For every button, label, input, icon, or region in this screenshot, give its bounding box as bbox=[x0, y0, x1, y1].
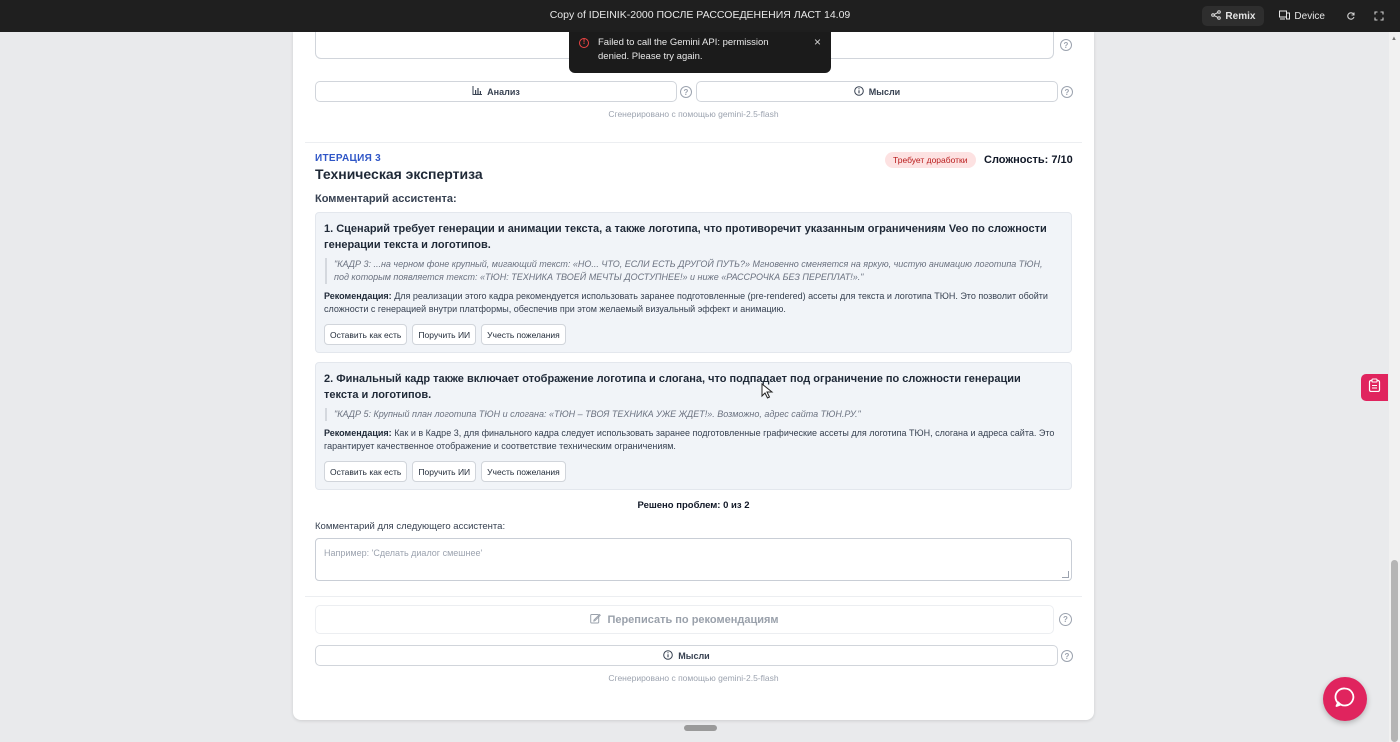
analysis-label: Анализ bbox=[487, 86, 520, 97]
consider-wishes-button[interactable]: Учесть пожелания bbox=[481, 324, 566, 345]
thoughts-button[interactable]: Мысли bbox=[696, 81, 1058, 102]
next-comment-input[interactable]: Например: 'Сделать диалог смешнее' bbox=[315, 538, 1072, 581]
issue-quote: "КАДР 3: ...на черном фоне крупный, мига… bbox=[325, 258, 1057, 284]
resize-handle[interactable] bbox=[1062, 571, 1069, 578]
assistant-comment-heading: Комментарий ассистента: bbox=[315, 193, 457, 205]
generated-note: Сгенерировано с помощью gemini-2.5-flash bbox=[608, 673, 779, 683]
issue-options: Оставить как есть Поручить ИИ Учесть пож… bbox=[324, 461, 566, 482]
rewrite-button[interactable]: Переписать по рекомендациям bbox=[315, 605, 1054, 634]
scroll-up-arrow-icon[interactable]: ▲ bbox=[1391, 36, 1397, 42]
error-icon: ! bbox=[579, 38, 589, 48]
device-icon bbox=[1279, 10, 1291, 23]
iteration-panel: ? Анализ ? Мысли ? Сгенерировано с помощ… bbox=[293, 32, 1094, 720]
edit-icon bbox=[590, 613, 602, 627]
issue-card: 1. Сценарий требует генерации и анимации… bbox=[315, 212, 1072, 353]
topbar-actions: Remix Device bbox=[1202, 6, 1390, 26]
delegate-ai-button[interactable]: Поручить ИИ bbox=[412, 324, 477, 345]
recommendation-label: Рекомендация: bbox=[324, 291, 392, 301]
divider bbox=[305, 596, 1082, 597]
help-icon[interactable]: ? bbox=[1061, 650, 1073, 662]
share-icon bbox=[1211, 9, 1222, 23]
analysis-button[interactable]: Анализ bbox=[315, 81, 677, 102]
thoughts-label: Мысли bbox=[678, 650, 710, 661]
scrollbar[interactable]: ▲ bbox=[1389, 32, 1400, 742]
chat-bubble-icon bbox=[1334, 686, 1356, 713]
scrollbar-thumb[interactable] bbox=[1391, 560, 1398, 742]
thoughts-label: Мысли bbox=[868, 86, 901, 97]
bar-chart-icon bbox=[472, 86, 483, 97]
remix-button[interactable]: Remix bbox=[1202, 6, 1265, 26]
clipboard-icon bbox=[1368, 378, 1381, 397]
refresh-icon[interactable] bbox=[1340, 6, 1362, 26]
generated-note: Сгенерировано с помощью gemini-2.5-flash bbox=[608, 109, 779, 119]
keep-as-is-button[interactable]: Оставить как есть bbox=[324, 461, 408, 482]
issue-card: 2. Финальный кадр также включает отображ… bbox=[315, 362, 1072, 490]
help-icon[interactable]: ? bbox=[1061, 86, 1073, 98]
issue-options: Оставить как есть Поручить ИИ Учесть пож… bbox=[324, 324, 566, 345]
rewrite-label: Переписать по рекомендациям bbox=[607, 613, 779, 626]
keep-as-is-button[interactable]: Оставить как есть bbox=[324, 324, 408, 345]
next-comment-label: Комментарий для следующего ассистента: bbox=[315, 521, 506, 532]
help-icon[interactable]: ? bbox=[1059, 613, 1072, 626]
project-title: Copy of IDEINIK-2000 ПОСЛЕ РАССОЕДЕНЕНИЯ… bbox=[549, 9, 851, 21]
iteration-title: Техническая экспертиза bbox=[315, 166, 483, 182]
info-icon bbox=[853, 85, 864, 98]
issue-title: 1. Сценарий требует генерации и анимации… bbox=[324, 223, 1047, 251]
device-label: Device bbox=[1294, 10, 1325, 22]
error-toast: ! Failed to call the Gemini API: permiss… bbox=[569, 32, 831, 73]
remix-label: Remix bbox=[1225, 10, 1256, 22]
issue-recommendation: Рекомендация: Как и в Кадре 3, для финал… bbox=[324, 427, 1057, 453]
thoughts-button[interactable]: Мысли bbox=[315, 645, 1058, 666]
device-button[interactable]: Device bbox=[1270, 6, 1334, 26]
complexity-score: Сложность: 7/10 bbox=[984, 154, 1073, 166]
mouse-cursor-icon bbox=[761, 382, 774, 404]
close-icon[interactable]: × bbox=[814, 35, 821, 49]
issue-quote: "КАДР 5: Крупный план логотипа ТЮН и сло… bbox=[325, 408, 1057, 421]
consider-wishes-button[interactable]: Учесть пожелания bbox=[481, 461, 566, 482]
solved-counter: Решено проблем: 0 из 2 bbox=[637, 500, 750, 511]
recommendation-text: Как и в Кадре 3, для финального кадра сл… bbox=[324, 428, 1055, 451]
fullscreen-icon[interactable] bbox=[1368, 6, 1390, 26]
iteration-label: ИТЕРАЦИЯ 3 bbox=[315, 153, 381, 164]
clipboard-side-button[interactable] bbox=[1361, 374, 1388, 401]
help-icon[interactable]: ? bbox=[1060, 39, 1072, 51]
delegate-ai-button[interactable]: Поручить ИИ bbox=[412, 461, 477, 482]
issue-title: 2. Финальный кадр также включает отображ… bbox=[324, 373, 1021, 401]
status-badge: Требует доработки bbox=[885, 152, 976, 168]
top-bar: Copy of IDEINIK-2000 ПОСЛЕ РАССОЕДЕНЕНИЯ… bbox=[0, 0, 1400, 32]
drag-handle[interactable] bbox=[684, 725, 717, 731]
recommendation-label: Рекомендация: bbox=[324, 428, 392, 438]
chat-button[interactable] bbox=[1323, 677, 1367, 721]
issue-recommendation: Рекомендация: Для реализации этого кадра… bbox=[324, 290, 1057, 316]
recommendation-text: Для реализации этого кадра рекомендуется… bbox=[324, 291, 1048, 314]
info-icon bbox=[663, 649, 674, 662]
divider bbox=[305, 142, 1082, 143]
error-message: Failed to call the Gemini API: permissio… bbox=[598, 37, 769, 62]
next-comment-placeholder: Например: 'Сделать диалог смешнее' bbox=[324, 548, 483, 558]
help-icon[interactable]: ? bbox=[680, 86, 692, 98]
